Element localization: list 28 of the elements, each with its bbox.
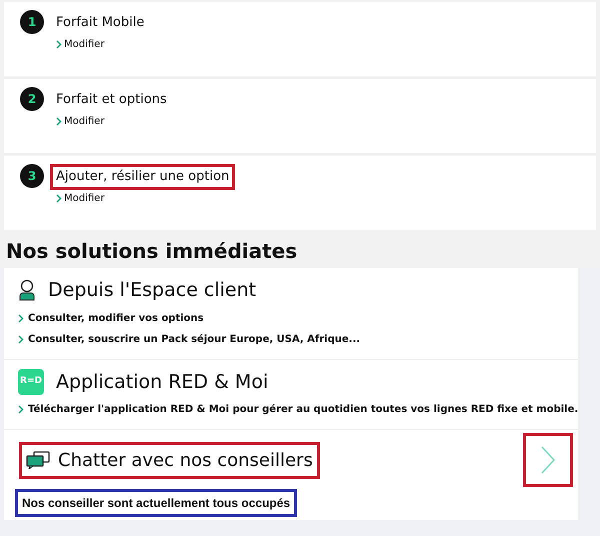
- step-number: 2: [20, 87, 44, 111]
- chevron-icon: [18, 334, 24, 344]
- solution-title: Depuis l'Espace client: [48, 278, 256, 303]
- section-heading: Nos solutions immédiates: [6, 238, 298, 265]
- chat-title[interactable]: Chatter avec nos conseillers: [22, 444, 317, 476]
- chevron-icon: [56, 116, 62, 126]
- chevron-icon: [18, 405, 24, 414]
- step-title: Forfait Mobile: [55, 14, 146, 32]
- solution-link[interactable]: Télécharger l'application RED & Moi pour gérer au quotidien toutes vos lignes RED fixe et mobile.: [18, 402, 578, 417]
- modify-link[interactable]: Modifier: [56, 190, 232, 206]
- chevron-right-icon: [540, 445, 556, 475]
- chevron-icon: [56, 194, 62, 202]
- status-message: Nos conseiller sont actuellement tous occupés: [18, 492, 294, 514]
- step-title: Ajouter, résilier une option: [53, 167, 232, 186]
- next-button[interactable]: [526, 436, 570, 484]
- modify-link[interactable]: Modifier: [56, 36, 148, 52]
- app-logo: R=D: [18, 368, 44, 395]
- user-icon: [18, 279, 36, 302]
- solution-link[interactable]: Consulter, souscrire un Pack séjour Europe, USA, Afrique...: [18, 332, 578, 346]
- solution-title: Application RED & Moi: [56, 370, 268, 394]
- step-number: 3: [20, 164, 44, 188]
- chevron-icon: [56, 40, 62, 48]
- step-number: 1: [20, 10, 44, 34]
- modify-link[interactable]: Modifier: [56, 114, 170, 128]
- solution-link[interactable]: Consulter, modifier vos options: [18, 310, 578, 326]
- step-title: Forfait et options: [55, 91, 168, 109]
- chevron-icon: [18, 314, 24, 322]
- chat-icon: [26, 451, 50, 469]
